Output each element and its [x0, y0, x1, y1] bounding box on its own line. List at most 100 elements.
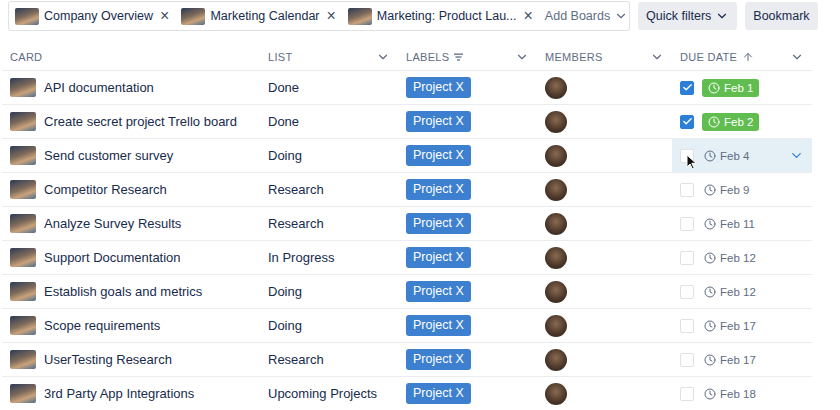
table-row[interactable]: Scope requirementsDoing Project X Feb 17	[2, 309, 812, 343]
card-cell[interactable]: Create secret project Trello board	[2, 105, 260, 138]
due-date-badge: Feb 17	[702, 317, 758, 335]
card-cell[interactable]: Establish goals and metrics	[2, 275, 260, 308]
table-row[interactable]: Analyze Survey ResultsResearchProject XF…	[2, 207, 812, 241]
column-header[interactable]: MEMBERS	[537, 43, 672, 70]
close-tab-button[interactable]: ×	[158, 8, 171, 24]
clock-icon	[704, 354, 716, 366]
table-row[interactable]: UserTesting ResearchResearch Project X Feb…	[2, 343, 812, 377]
list-cell: Doing	[260, 309, 398, 342]
table-row[interactable]: Competitor ResearchResearch Project X Feb …	[2, 173, 812, 207]
due-checkbox[interactable]	[680, 285, 694, 299]
due-date-cell[interactable]: Feb 18	[672, 377, 812, 410]
list-cell: In Progress	[260, 241, 398, 274]
filter-icon[interactable]	[454, 53, 463, 61]
due-checkbox[interactable]	[680, 217, 694, 231]
label-pill[interactable]: Project X	[406, 145, 471, 166]
list-cell: Research	[260, 343, 398, 376]
label-pill[interactable]: Project X	[406, 349, 471, 370]
add-boards-button[interactable]: Add Boards	[545, 9, 628, 23]
card-cell[interactable]: UserTesting Research	[2, 343, 260, 376]
due-checkbox[interactable]	[680, 81, 694, 95]
label-pill[interactable]: Project X	[406, 315, 471, 336]
label-pill[interactable]: Project X	[406, 213, 471, 234]
member-avatar[interactable]	[545, 281, 567, 303]
check-icon	[682, 82, 693, 93]
members-cell	[537, 309, 672, 342]
member-avatar[interactable]	[545, 179, 567, 201]
card-cell[interactable]: Analyze Survey Results	[2, 207, 260, 240]
due-checkbox[interactable]	[680, 251, 694, 265]
table-row[interactable]: API documentationDoneProject XFeb 1	[2, 71, 812, 105]
due-date-cell[interactable]: Feb 4	[672, 139, 812, 172]
card-thumbnail	[10, 214, 36, 233]
table-row[interactable]: Create secret project Trello boardDone Pr…	[2, 105, 812, 139]
chevron-down-icon[interactable]	[376, 50, 390, 64]
card-cell[interactable]: Send customer survey	[2, 139, 260, 172]
column-header[interactable]: CARD	[2, 43, 260, 70]
table-row[interactable]: 3rd Party App IntegrationsUpcoming Proje…	[2, 377, 812, 410]
due-checkbox[interactable]	[680, 353, 694, 367]
card-cell[interactable]: Support Documentation	[2, 241, 260, 274]
member-avatar[interactable]	[545, 77, 567, 99]
label-pill[interactable]: Project X	[406, 77, 471, 98]
card-cell[interactable]: Competitor Research	[2, 173, 260, 206]
card-thumbnail	[10, 384, 36, 403]
due-date-cell[interactable]: Feb 12	[672, 241, 812, 274]
due-date-cell[interactable]: Feb 1	[672, 71, 812, 104]
label-pill[interactable]: Project X	[406, 179, 471, 200]
member-avatar[interactable]	[545, 349, 567, 371]
member-avatar[interactable]	[545, 315, 567, 337]
chevron-down-icon[interactable]	[515, 50, 529, 64]
member-avatar[interactable]	[545, 213, 567, 235]
column-header[interactable]: DUE DATE	[672, 43, 812, 70]
member-avatar[interactable]	[545, 247, 567, 269]
chevron-down-icon[interactable]	[790, 50, 804, 64]
due-date-cell[interactable]: Feb 12	[672, 275, 812, 308]
chevron-down-icon	[715, 9, 729, 23]
card-thumbnail	[10, 350, 36, 369]
card-cell[interactable]: Scope requirements	[2, 309, 260, 342]
board-tab[interactable]: Marketing: Product Lau... ×	[348, 8, 535, 25]
card-cell[interactable]: 3rd Party App Integrations	[2, 377, 260, 410]
due-checkbox[interactable]	[680, 183, 694, 197]
list-cell: Doing	[260, 139, 398, 172]
toolbar-button[interactable]: Bookmark	[745, 2, 817, 30]
due-date-cell[interactable]: Feb 11	[672, 207, 812, 240]
board-tab[interactable]: Marketing Calendar×	[181, 8, 337, 25]
card-thumbnail	[10, 146, 36, 165]
label-pill[interactable]: Project X	[406, 383, 471, 404]
label-pill[interactable]: Project X	[406, 281, 471, 302]
board-tab[interactable]: Company Overview×	[15, 8, 171, 25]
list-cell: Research	[260, 173, 398, 206]
label-pill[interactable]: Project X	[406, 111, 471, 132]
column-header[interactable]: LABELS	[398, 43, 537, 70]
close-tab-button[interactable]: ×	[325, 8, 338, 24]
member-avatar[interactable]	[545, 145, 567, 167]
member-avatar[interactable]	[545, 383, 567, 405]
table-row[interactable]: Support DocumentationIn Progress Project …	[2, 241, 812, 275]
due-checkbox[interactable]	[680, 115, 694, 129]
due-date-cell[interactable]: Feb 2	[672, 105, 812, 138]
due-checkbox[interactable]	[680, 387, 694, 401]
member-avatar[interactable]	[545, 111, 567, 133]
sort-ascending-icon[interactable]	[742, 51, 754, 63]
card-thumbnail	[10, 180, 36, 199]
card-cell[interactable]: API documentation	[2, 71, 260, 104]
label-pill[interactable]: Project X	[406, 247, 471, 268]
due-date-badge: Feb 12	[702, 283, 758, 301]
list-cell: Done	[260, 105, 398, 138]
table-row[interactable]: Send customer surveyDoing Project X Feb 4	[2, 139, 812, 173]
column-header[interactable]: LIST	[260, 43, 398, 70]
due-date-cell[interactable]: Feb 17	[672, 309, 812, 342]
toolbar-button[interactable]: Quick filters	[638, 2, 737, 30]
table-row[interactable]: Establish goals and metricsDoingProject …	[2, 275, 812, 309]
chevron-down-icon[interactable]	[650, 50, 664, 64]
due-checkbox[interactable]	[680, 319, 694, 333]
clock-icon	[708, 82, 720, 94]
due-date-cell[interactable]: Feb 17	[672, 343, 812, 376]
close-tab-button[interactable]: ×	[522, 8, 535, 24]
due-date-cell[interactable]: Feb 9	[672, 173, 812, 206]
chevron-down-icon[interactable]	[789, 148, 804, 163]
board-tab-label: Marketing: Product Lau...	[377, 9, 517, 23]
members-cell	[537, 71, 672, 104]
